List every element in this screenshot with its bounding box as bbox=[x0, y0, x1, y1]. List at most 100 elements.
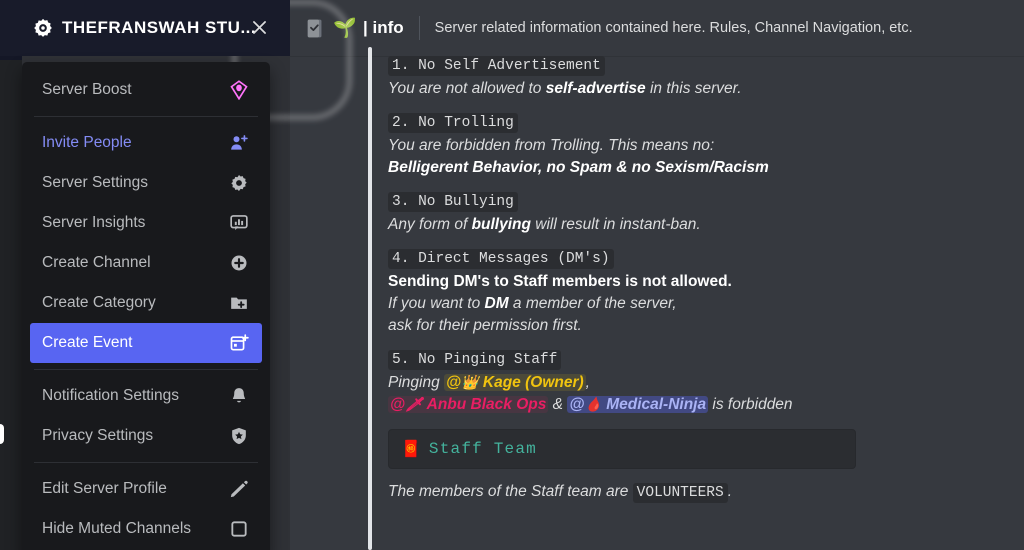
rule-block: 1. No Self Advertisement You are not allo… bbox=[388, 56, 1008, 100]
text-run: is forbidden bbox=[708, 396, 793, 413]
menu-item-label: Edit Server Profile bbox=[42, 480, 167, 497]
rule-line: Any form of bullying will result in inst… bbox=[388, 214, 1008, 236]
staff-emoji-icon: 🧧 bbox=[401, 441, 421, 458]
pencil-icon bbox=[228, 478, 250, 500]
menu-item-privacy-settings[interactable]: Privacy Settings bbox=[30, 416, 262, 456]
menu-item-label: Invite People bbox=[42, 134, 132, 151]
boost-gem-icon bbox=[228, 79, 250, 101]
rule-line: You are not allowed to self-advertise in… bbox=[388, 78, 1008, 100]
text-run: in this server. bbox=[645, 80, 742, 97]
calendar-plus-icon bbox=[228, 332, 250, 354]
menu-separator bbox=[34, 116, 258, 117]
menu-item-create-category[interactable]: Create Category bbox=[30, 283, 262, 323]
rule-heading-wrap: 1. No Self Advertisement bbox=[388, 56, 1008, 78]
text-run: & bbox=[548, 396, 568, 413]
bell-icon bbox=[228, 385, 250, 407]
close-icon[interactable] bbox=[246, 14, 272, 40]
text-run: , bbox=[585, 374, 590, 391]
rule-line: ask for their permission first. bbox=[388, 315, 1008, 337]
rule-heading-wrap: 3. No Bullying bbox=[388, 192, 1008, 214]
insights-icon bbox=[228, 212, 250, 234]
plus-circle-icon bbox=[228, 252, 250, 274]
menu-item-notification-settings[interactable]: Notification Settings bbox=[30, 376, 262, 416]
rules-channel-icon bbox=[303, 16, 327, 40]
shield-star-icon bbox=[228, 425, 250, 447]
menu-item-create-event[interactable]: Create Event bbox=[30, 323, 262, 363]
role-emoji-icon: 🗡 bbox=[405, 396, 423, 412]
blockquote-bar bbox=[368, 47, 372, 550]
rule-block: 3. No Bullying Any form of bullying will … bbox=[388, 192, 1008, 236]
tail-prefix: The members of the Staff team are bbox=[388, 483, 633, 500]
role-mention-name: Anbu Black Ops bbox=[426, 396, 547, 413]
channel-topbar: 🌱 | info Server related information cont… bbox=[290, 0, 1024, 56]
server-gear-icon bbox=[32, 17, 54, 39]
person-add-icon bbox=[228, 132, 250, 154]
rule-block: 2. No Trolling You are forbidden from Tro… bbox=[388, 113, 1008, 179]
bold-run: Belligerent Behavior, no Spam & no Sexis… bbox=[388, 159, 769, 176]
rule-line: Belligerent Behavior, no Spam & no Sexis… bbox=[388, 157, 1008, 179]
menu-item-label: Create Category bbox=[42, 294, 156, 311]
role-mention[interactable]: @🩸 Medical-Ninja bbox=[567, 396, 709, 413]
role-mention[interactable]: @👑 Kage (Owner) bbox=[444, 374, 586, 391]
menu-item-edit-server-profile[interactable]: Edit Server Profile bbox=[30, 469, 262, 509]
server-banner[interactable]: THEFRANSWAH STU... bbox=[0, 0, 290, 56]
server-name: THEFRANSWAH STU... bbox=[62, 18, 257, 37]
staff-team-note: The members of the Staff team are VOLUNT… bbox=[388, 481, 1008, 504]
rule-heading: 3. No Bullying bbox=[388, 192, 518, 212]
channel-topic: Server related information contained her… bbox=[434, 20, 913, 36]
menu-item-label: Create Channel bbox=[42, 254, 151, 271]
text-run: ask for their permission first. bbox=[388, 317, 582, 334]
rule-block: 5. No Pinging Staff Pinging @👑 Kage (Owne… bbox=[388, 350, 1008, 416]
menu-item-server-insights[interactable]: Server Insights bbox=[30, 203, 262, 243]
menu-separator bbox=[34, 369, 258, 370]
role-mention-name: Kage (Owner) bbox=[482, 374, 584, 391]
rule-line: Sending DM's to Staff members is not all… bbox=[388, 271, 1008, 293]
rule-heading-wrap: 4. Direct Messages (DM's) bbox=[388, 249, 1008, 271]
menu-item-server-settings[interactable]: Server Settings bbox=[30, 163, 262, 203]
staff-team-codeblock: 🧧 Staff Team bbox=[388, 429, 856, 469]
main-content: 🌱 | info Server related information cont… bbox=[290, 0, 1024, 550]
gear-icon bbox=[228, 172, 250, 194]
text-run: You are forbidden from Trolling. This me… bbox=[388, 137, 715, 154]
menu-item-label: Notification Settings bbox=[42, 387, 179, 404]
rule-heading: 5. No Pinging Staff bbox=[388, 350, 562, 370]
text-run: If you want to bbox=[388, 295, 485, 312]
message-body: 1. No Self Advertisement You are not allo… bbox=[388, 56, 1008, 504]
rule-heading: 2. No Trolling bbox=[388, 113, 518, 133]
checkbox-icon bbox=[228, 518, 250, 540]
volunteers-code: VOLUNTEERS bbox=[632, 483, 728, 503]
menu-separator bbox=[34, 462, 258, 463]
rule-line: You are forbidden from Trolling. This me… bbox=[388, 135, 1008, 157]
menu-item-create-channel[interactable]: Create Channel bbox=[30, 243, 262, 283]
menu-item-invite-people[interactable]: Invite People bbox=[30, 123, 262, 163]
bold-run: self-advertise bbox=[545, 80, 646, 97]
rule-heading-wrap: 2. No Trolling bbox=[388, 113, 1008, 135]
unread-indicator-pill bbox=[0, 424, 4, 444]
role-mention[interactable]: @🗡 Anbu Black Ops bbox=[388, 396, 549, 413]
bold-run: DM bbox=[484, 295, 509, 312]
channel-name: | info bbox=[363, 18, 404, 37]
menu-item-hide-muted-channels[interactable]: Hide Muted Channels bbox=[30, 509, 262, 549]
rule-heading: 4. Direct Messages (DM's) bbox=[388, 249, 614, 269]
menu-item-label: Server Insights bbox=[42, 214, 146, 231]
menu-item-label: Server Boost bbox=[42, 81, 132, 98]
text-run: Pinging bbox=[388, 374, 445, 391]
server-context-menu: Server Boost Invite People Server Settings… bbox=[22, 62, 270, 550]
menu-item-label: Privacy Settings bbox=[42, 427, 154, 444]
text-run: a member of the server, bbox=[508, 295, 677, 312]
bold-run: bullying bbox=[471, 216, 531, 233]
menu-item-label: Create Event bbox=[42, 334, 133, 351]
staff-team-label: Staff Team bbox=[428, 440, 537, 458]
menu-item-label: Hide Muted Channels bbox=[42, 520, 192, 537]
server-rail bbox=[0, 0, 22, 550]
rule-line: If you want to DM a member of the server… bbox=[388, 293, 1008, 315]
rule-line: @🗡 Anbu Black Ops & @🩸 Medical-Ninja is … bbox=[388, 394, 1008, 416]
text-run: will result in instant-ban. bbox=[530, 216, 701, 233]
rule-line: Pinging @👑 Kage (Owner), bbox=[388, 372, 1008, 394]
menu-item-server-boost[interactable]: Server Boost bbox=[30, 70, 262, 110]
role-emoji-icon: 🩸 bbox=[584, 396, 602, 412]
rule-heading: 1. No Self Advertisement bbox=[388, 56, 605, 76]
text-run: You are not allowed to bbox=[388, 80, 546, 97]
topbar-divider bbox=[418, 16, 420, 40]
menu-item-label: Server Settings bbox=[42, 174, 148, 191]
